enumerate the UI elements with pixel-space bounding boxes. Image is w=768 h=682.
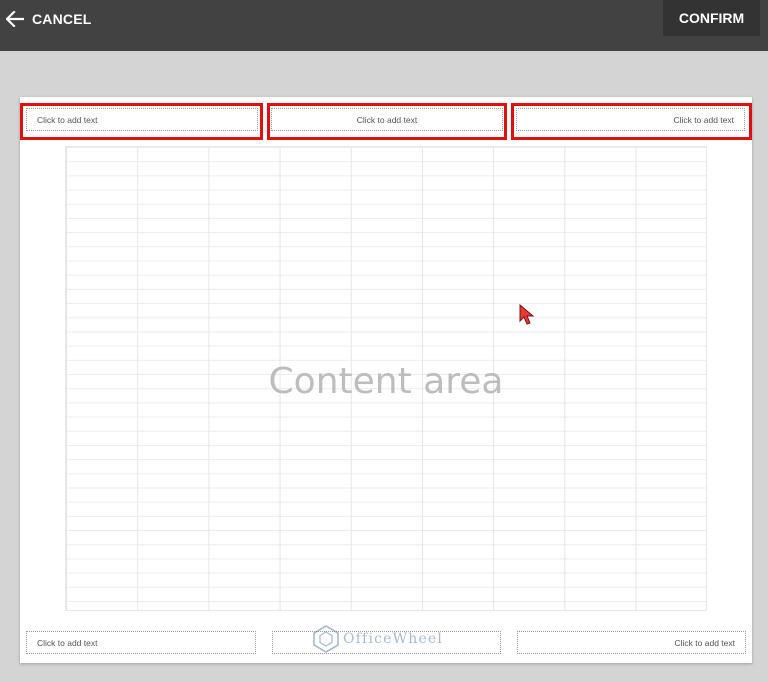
confirm-button[interactable]: CONFIRM <box>663 0 760 36</box>
watermark: OfficeWheel <box>313 625 443 653</box>
content-area-label: Content area <box>268 361 504 402</box>
cancel-label: CANCEL <box>32 10 92 27</box>
back-arrow-icon <box>6 10 24 27</box>
watermark-text: OfficeWheel <box>343 631 444 647</box>
header-right-highlight <box>511 103 752 140</box>
footer-left-field[interactable]: Click to add text <box>26 631 256 654</box>
header-center-highlight <box>267 103 507 140</box>
wheel-logo-icon <box>313 625 339 653</box>
top-toolbar: CANCEL CONFIRM <box>0 0 768 51</box>
footer-right-field[interactable]: Click to add text <box>517 631 746 654</box>
header-left-highlight <box>20 103 263 140</box>
cancel-button[interactable]: CANCEL <box>0 0 92 37</box>
mouse-cursor-icon <box>519 304 535 325</box>
page-preview: Click to add text Click to add text Clic… <box>20 97 752 663</box>
